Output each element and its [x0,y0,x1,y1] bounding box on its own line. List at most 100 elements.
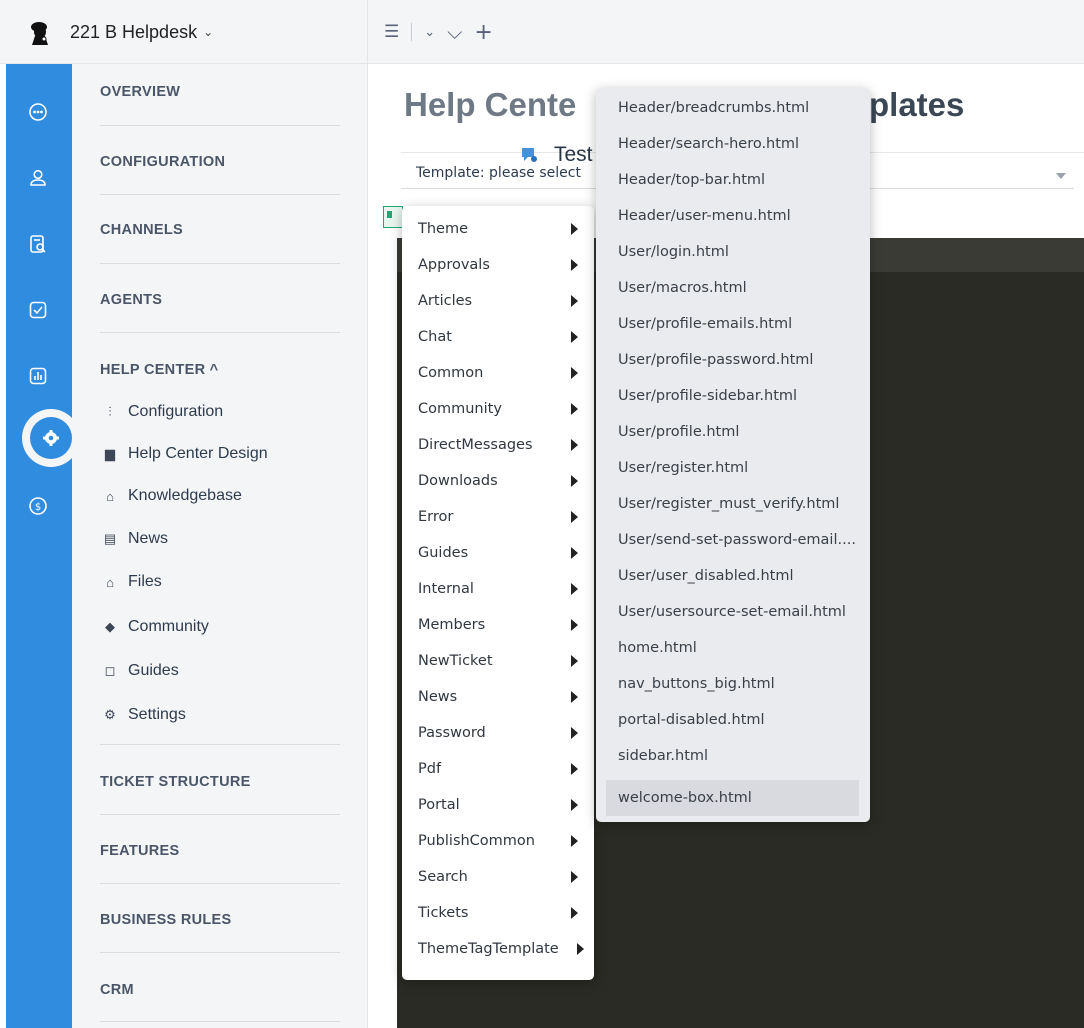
menu-item-file[interactable]: User/profile-sidebar.html [606,378,859,414]
menu-item-file[interactable]: User/send-set-password-email.... [606,522,859,558]
menu-item-label: Tickets [418,905,469,921]
chevron-down-icon[interactable]: ⌄ [424,25,435,40]
checkbox-icon[interactable] [26,298,50,322]
nav-divider [100,263,340,264]
nav-item-knowledgebase[interactable]: ⌂ Knowledgebase [102,487,242,505]
menu-item-publishcommon[interactable]: PublishCommon [418,823,588,859]
menu-item-label: Portal [418,797,460,813]
nav-section-overview[interactable]: OVERVIEW [100,84,180,100]
menu-item-file[interactable]: sidebar.html [606,738,859,774]
menu-item-file[interactable]: Header/top-bar.html [606,162,859,198]
template-label: Template: please select [416,165,581,181]
menu-item-theme[interactable]: Theme [418,211,588,247]
graduation-cap-icon: ⌂ [106,488,114,504]
submenu-arrow-icon [571,871,578,883]
menu-item-file-highlighted[interactable]: welcome-box.html [606,780,859,816]
menu-item-newticket[interactable]: NewTicket [418,643,588,679]
brand-comment-icon [520,146,538,164]
menu-item-directmessages[interactable]: DirectMessages [418,427,588,463]
menu-item-error[interactable]: Error [418,499,588,535]
helpdesk-switcher[interactable]: 221 B Helpdesk ⌄ [0,0,368,64]
menu-item-file[interactable]: User/macros.html [606,270,859,306]
submenu-arrow-icon [571,511,578,523]
menu-item-chat[interactable]: Chat [418,319,588,355]
report-chart-icon[interactable] [26,364,50,388]
menu-item-file[interactable]: User/profile-emails.html [606,306,859,342]
sliders-icon: ⫶ [108,404,112,419]
menu-item-label: ThemeTagTemplate [418,941,559,957]
nav-divider [100,744,340,745]
nav-section-channels[interactable]: CHANNELS [100,222,183,238]
nav-item-community[interactable]: ◆ Community [102,618,209,636]
menu-item-file[interactable]: User/login.html [606,234,859,270]
nav-item-news[interactable]: ▤ News [102,530,168,548]
menu-item-internal[interactable]: Internal [418,571,588,607]
caret-down-icon [1056,173,1066,179]
menu-item-file[interactable]: portal-disabled.html [606,702,859,738]
menu-item-tickets[interactable]: Tickets [418,895,588,931]
submenu-arrow-icon [571,547,578,559]
brand-tab-icon[interactable] [383,206,403,228]
menu-item-pdf[interactable]: Pdf [418,751,588,787]
nav-item-guides[interactable]: ◻ Guides [102,662,179,680]
menu-item-label: PublishCommon [418,833,535,849]
menu-item-members[interactable]: Members [418,607,588,643]
menu-item-label: DirectMessages [418,437,533,453]
menu-item-file[interactable]: User/user_disabled.html [606,558,859,594]
menu-item-news[interactable]: News [418,679,588,715]
list-view-icon[interactable]: ☰ [384,22,399,42]
settings-gear-icon[interactable] [30,417,72,459]
menu-item-guides[interactable]: Guides [418,535,588,571]
nav-divider [100,1021,340,1022]
submenu-arrow-icon [571,439,578,451]
menu-item-approvals[interactable]: Approvals [418,247,588,283]
menu-item-file[interactable]: User/profile-password.html [606,342,859,378]
nav-section-agents[interactable]: AGENTS [100,292,162,308]
menu-item-file[interactable]: nav_buttons_big.html [606,666,859,702]
nav-item-files[interactable]: ⌂ Files [102,573,162,591]
nav-section-business-rules[interactable]: BUSINESS RULES [100,912,232,928]
submenu-arrow-icon [571,403,578,415]
menu-item-label: NewTicket [418,653,493,669]
menu-item-file[interactable]: User/usersource-set-email.html [606,594,859,630]
newspaper-icon: ▤ [103,531,117,546]
menu-item-file[interactable]: User/register.html [606,450,859,486]
menu-item-label: Approvals [418,257,490,273]
user-icon[interactable] [26,166,50,190]
menu-item-file[interactable]: home.html [606,630,859,666]
menu-item-file[interactable]: User/profile.html [606,414,859,450]
sherlock-logo-icon [26,19,52,45]
nav-section-crm[interactable]: CRM [100,982,134,998]
chat-icon[interactable] [26,100,50,124]
nav-section-features[interactable]: FEATURES [100,843,179,859]
search-document-icon[interactable] [26,232,50,256]
menu-item-label: Theme [418,221,469,237]
nav-section-configuration[interactable]: CONFIGURATION [100,154,225,170]
nav-section-ticket-structure[interactable]: TICKET STRUCTURE [100,774,251,790]
nav-section-help-center[interactable]: HELP CENTER ^ [100,362,218,378]
menu-item-community[interactable]: Community [418,391,588,427]
submenu-arrow-icon [577,943,584,955]
nav-item-settings[interactable]: ⚙ Settings [102,706,186,724]
menu-item-file[interactable]: Header/breadcrumbs.html [606,90,859,126]
menu-item-label: Articles [418,293,473,309]
menu-item-file[interactable]: Header/user-menu.html [606,198,859,234]
submenu-arrow-icon [571,223,578,235]
menu-item-label: Downloads [418,473,498,489]
top-bar: 221 B Helpdesk ⌄ ☰ ⌄ ⌵ + [0,0,1084,64]
nav-item-help-center-design[interactable]: ▆ Help Center Design [102,445,268,463]
menu-item-themetagtemplate[interactable]: ThemeTagTemplate [418,931,588,967]
collapse-chevron-icon[interactable]: ⌵ [447,20,462,44]
menu-item-search[interactable]: Search [418,859,588,895]
menu-item-password[interactable]: Password [418,715,588,751]
menu-item-file[interactable]: User/register_must_verify.html [606,486,859,522]
comments-icon: ◆ [105,619,115,634]
dollar-icon[interactable]: $ [26,494,50,518]
menu-item-articles[interactable]: Articles [418,283,588,319]
add-tab-icon[interactable]: + [474,20,492,45]
menu-item-portal[interactable]: Portal [418,787,588,823]
menu-item-file[interactable]: Header/search-hero.html [606,126,859,162]
menu-item-common[interactable]: Common [418,355,588,391]
menu-item-downloads[interactable]: Downloads [418,463,588,499]
nav-item-configuration[interactable]: ⫶ Configuration [102,403,223,421]
